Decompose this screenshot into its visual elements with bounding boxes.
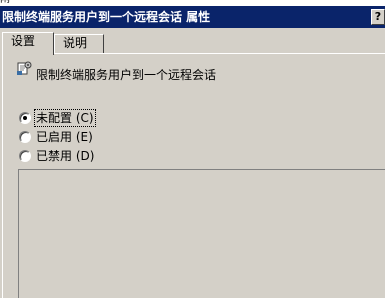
title-bar[interactable]: 限制终端服务用户到一个远程会话 属性 ? [0, 6, 385, 28]
settings-detail-box [18, 169, 385, 298]
radio-not-configured[interactable] [19, 112, 31, 124]
policy-setting-icon [17, 61, 32, 75]
radio-enabled[interactable] [19, 131, 31, 143]
tab-explain[interactable]: 说明 [54, 34, 104, 53]
policy-name: 限制终端服务用户到一个远程会话 [36, 68, 217, 82]
help-button[interactable]: ? [371, 9, 385, 25]
tab-settings-label: 设置 [11, 34, 36, 48]
radio-disabled[interactable] [19, 150, 31, 162]
window-title: 限制终端服务用户到一个远程会话 属性 [2, 10, 211, 24]
tab-settings[interactable]: 设置 [2, 32, 54, 55]
option-enabled-label[interactable]: 已启用 (E) [35, 129, 94, 145]
option-disabled-label[interactable]: 已禁用 (D) [35, 148, 95, 164]
option-not-configured-label[interactable]: 未配置 (C) [34, 109, 96, 127]
tab-explain-label: 说明 [63, 36, 88, 50]
